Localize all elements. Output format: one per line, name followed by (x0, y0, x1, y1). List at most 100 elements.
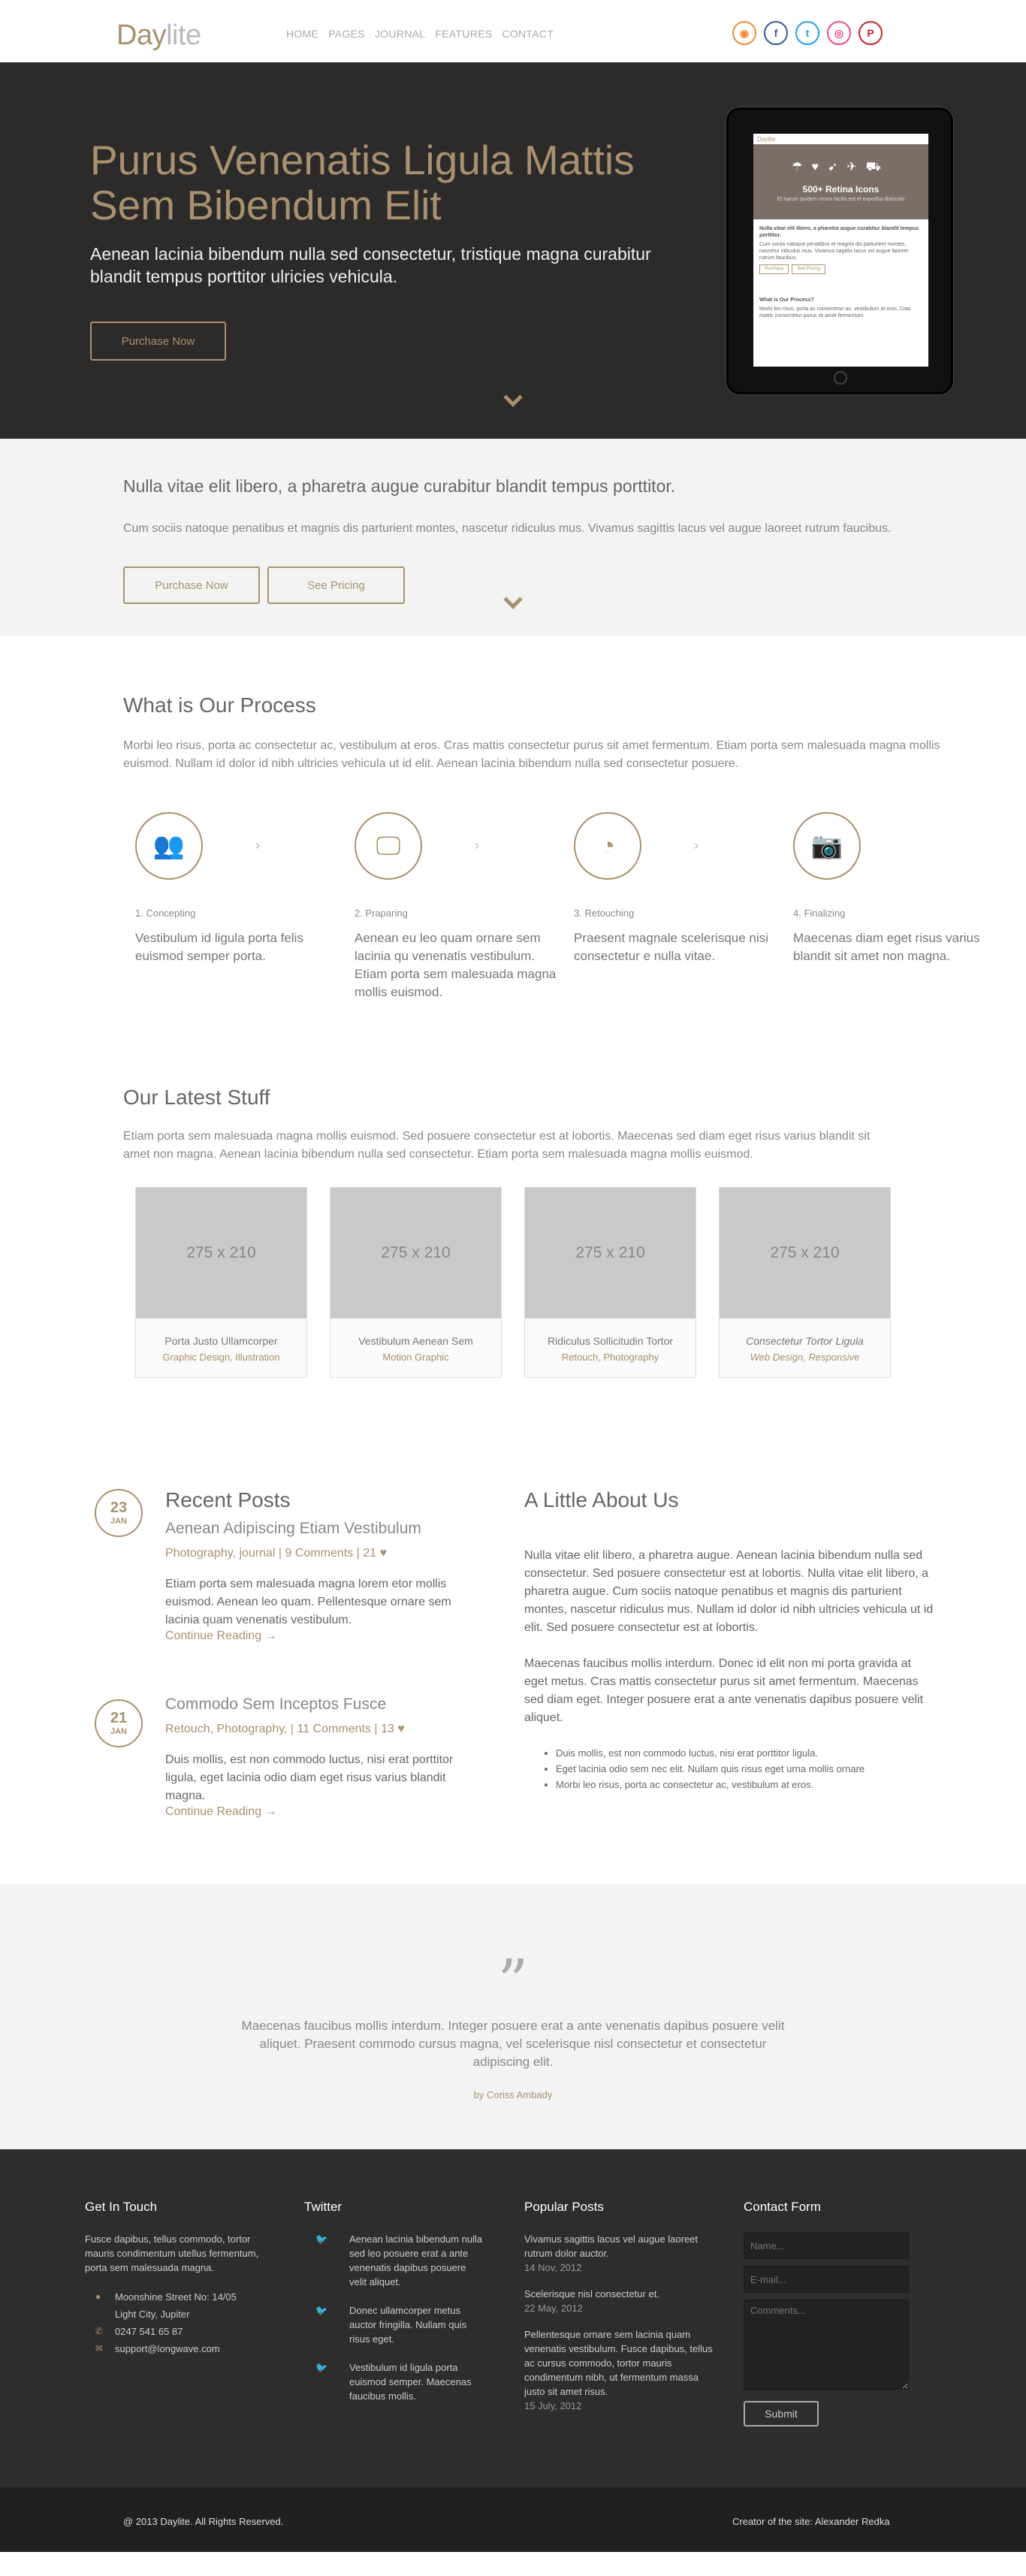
step-number: 3. Retouching (574, 907, 635, 919)
card-category: Graphic Design, Illustration (162, 1351, 280, 1363)
intro-band: Nulla vitae elit libero, a pharetra augu… (0, 439, 1026, 636)
popular-post-date: 14 Nov, 2012 (524, 2262, 582, 2273)
nav-home[interactable]: HOME (286, 28, 318, 40)
tweet: 🐦 Vestibulum id ligula porta euismod semp… (304, 2360, 492, 2403)
card-category: Retouch, Photography (561, 1351, 659, 1363)
step-number: 4. Finalizing (793, 907, 846, 919)
popular-post[interactable]: Scelerisque nisl consectetur et. 22 May, … (524, 2287, 720, 2315)
comments-input[interactable] (744, 2300, 909, 2390)
submit-button[interactable]: Submit (744, 2401, 819, 2427)
footer-heading: Popular Posts (524, 2200, 604, 2214)
logo-part2: lite (166, 20, 201, 51)
city-row: Light City, Jupiter (85, 2307, 273, 2321)
about-content: Nulla vitae elit libero, a pharetra augu… (524, 1547, 937, 1792)
card-image: 275 x 210 (136, 1188, 306, 1318)
main-nav: HOME PAGES JOURNAL FEATURES CONTACT (286, 28, 563, 40)
post-title[interactable]: Commodo Sem Inceptos Fusce (165, 1696, 481, 1714)
step-number: 2. Praparing (355, 907, 408, 919)
social-links: ◉ f t ◎ P (732, 21, 883, 45)
hero-subtitle: Aenean lacinia bibendum nulla sed consec… (90, 244, 651, 286)
popular-post[interactable]: Pellentesque ornare sem lacinia quam ven… (524, 2327, 720, 2413)
continue-reading-link[interactable]: Continue Reading → (165, 1629, 481, 1643)
band-pricing-button[interactable]: See Pricing (267, 566, 405, 604)
nav-contact[interactable]: CONTACT (502, 28, 554, 40)
twitter-icon[interactable]: t (795, 21, 819, 45)
card-image: 275 x 210 (525, 1188, 696, 1318)
tablet-heading: Nulla vitae elit libero, a pharetra augu… (759, 226, 919, 238)
bottom-bar: @ 2013 Daylite. All Rights Reserved. Cre… (0, 2487, 1026, 2552)
tablet-banner: ☂♥➹✈⛟ 500+ Retina Icons Et harum quidem … (753, 144, 928, 219)
continue-reading-link[interactable]: Continue Reading → (165, 1805, 481, 1819)
dribbble-icon[interactable]: ◎ (827, 21, 851, 45)
popular-post-date: 15 July, 2012 (524, 2400, 582, 2411)
phone-icon: ✆ (95, 2326, 104, 2336)
portfolio-card[interactable]: 275 x 210 Ridiculus Sollicitudin Tortor … (524, 1187, 696, 1378)
process-step: 🖵 2. Praparing Aenean eu leo quam ornare… (355, 812, 557, 1001)
about-list-item: Morbi leo risus, porta ac consectetur ac… (556, 1777, 937, 1792)
tablet-banner-title: 500+ Retina Icons (802, 184, 880, 195)
hero-title: Purus Venenatis Ligula Mattis Sem Bibend… (90, 137, 635, 228)
post-date: 21 JAN (95, 1699, 143, 1747)
process-step: 👥 1. Concepting Vestibulum id ligula por… (135, 812, 338, 965)
testimonial-author[interactable]: by Coriss Ambady (0, 2089, 1026, 2100)
tablet-body: Nulla vitae elit libero, a pharetra augu… (753, 219, 928, 325)
process-title: What is Our Process (123, 693, 316, 717)
step-text: Praesent magnale scelerisque nisi consec… (574, 931, 768, 963)
post-meta[interactable]: Retouch, Photography, | 11 Comments | 13… (165, 1723, 481, 1736)
portfolio-card[interactable]: 275 x 210 Consectetur Tortor Ligula Web … (719, 1187, 891, 1378)
facebook-icon[interactable]: f (764, 21, 788, 45)
nav-features[interactable]: FEATURES (435, 28, 492, 40)
about-list: Duis mollis, est non commodo luctus, nis… (556, 1745, 937, 1792)
tablet-btn1: Purchase (759, 264, 789, 274)
nav-journal[interactable]: JOURNAL (375, 28, 425, 40)
tweet: 🐦 Donec ullamcorper metus auctor fringill… (304, 2303, 492, 2346)
site-footer: Get In Touch Fusce dapibus, tellus commo… (0, 2149, 1026, 2487)
monitor-icon: 🖵 (355, 812, 422, 880)
step-text: Maecenas diam eget risus varius blandit … (793, 931, 980, 963)
scroll-down-icon[interactable] (503, 388, 523, 407)
nav-pages[interactable]: PAGES (328, 28, 365, 40)
chevron-right-icon: › (255, 838, 260, 853)
email-link[interactable]: support@longwave.com (115, 2342, 220, 2356)
site-logo[interactable]: Daylite (116, 20, 201, 52)
step-text: Aenean eu leo quam ornare sem lacinia qu… (355, 931, 557, 999)
logo-part1: Day (116, 20, 167, 51)
step-number: 1. Concepting (135, 907, 196, 919)
twitter-icon: 🐦 (315, 2305, 328, 2316)
pinterest-icon[interactable]: P (859, 21, 883, 45)
email-input[interactable] (744, 2266, 909, 2293)
about-title: A Little About Us (524, 1488, 679, 1511)
band-text: Cum sociis natoque penatibus et magnis d… (123, 522, 892, 535)
twitter-icon: 🐦 (315, 2233, 328, 2245)
tablet-icons: ☂♥➹✈⛟ (792, 161, 890, 174)
footer-touch: Get In Touch Fusce dapibus, tellus commo… (85, 2200, 273, 2356)
post-title[interactable]: Aenean Adipiscing Etiam Vestibulum (165, 1520, 481, 1538)
rss-icon[interactable]: ◉ (732, 21, 756, 45)
tablet-screen: Daylite ☂♥➹✈⛟ 500+ Retina Icons Et harum… (753, 134, 928, 367)
card-title: Ridiculus Sollicitudin Tortor (547, 1335, 674, 1347)
post-day: 21 (110, 1710, 128, 1726)
hero-purchase-button[interactable]: Purchase Now (90, 322, 226, 361)
popular-post-title: Scelerisque nisl consectetur et. (524, 2288, 659, 2300)
post-date: 23 JAN (95, 1489, 143, 1537)
scroll-down-icon[interactable] (503, 590, 523, 609)
card-title: Vestibulum Aenean Sem (358, 1335, 473, 1347)
card-image: 275 x 210 (720, 1188, 890, 1318)
tablet-text2: Morbi leo risus, porta ac consectetur ac… (759, 307, 911, 319)
tweet-text: Aenean lacinia bibendum nulla sed leo po… (349, 2233, 483, 2288)
portfolio-card[interactable]: 275 x 210 Porta Justo Ullamcorper Graphi… (135, 1187, 307, 1378)
card-category: Web Design, Responsive (750, 1351, 860, 1363)
step-text: Vestibulum id ligula porta felis euismod… (135, 931, 303, 963)
tablet-banner-sub: Et harum quidem rerum facilis est et exp… (777, 197, 905, 202)
tablet-logo: Daylite (757, 135, 776, 143)
post-meta[interactable]: Photography, journal | 9 Comments | 21 ♥ (165, 1547, 481, 1560)
quote-icon: ” (497, 1946, 529, 2016)
portfolio-card[interactable]: 275 x 210 Vestibulum Aenean Sem Motion G… (330, 1187, 502, 1378)
city-text: Light City, Jupiter (115, 2309, 190, 2320)
credit: Creator of the site: Alexander Redka (732, 2516, 890, 2527)
name-input[interactable] (744, 2232, 909, 2259)
popular-post[interactable]: Vivamus sagittis lacus vel augue laoreet… (524, 2232, 720, 2275)
tweet-text: Vestibulum id ligula porta euismod sempe… (349, 2362, 472, 2402)
band-purchase-button[interactable]: Purchase Now (123, 566, 260, 604)
footer-heading: Twitter (304, 2200, 343, 2214)
